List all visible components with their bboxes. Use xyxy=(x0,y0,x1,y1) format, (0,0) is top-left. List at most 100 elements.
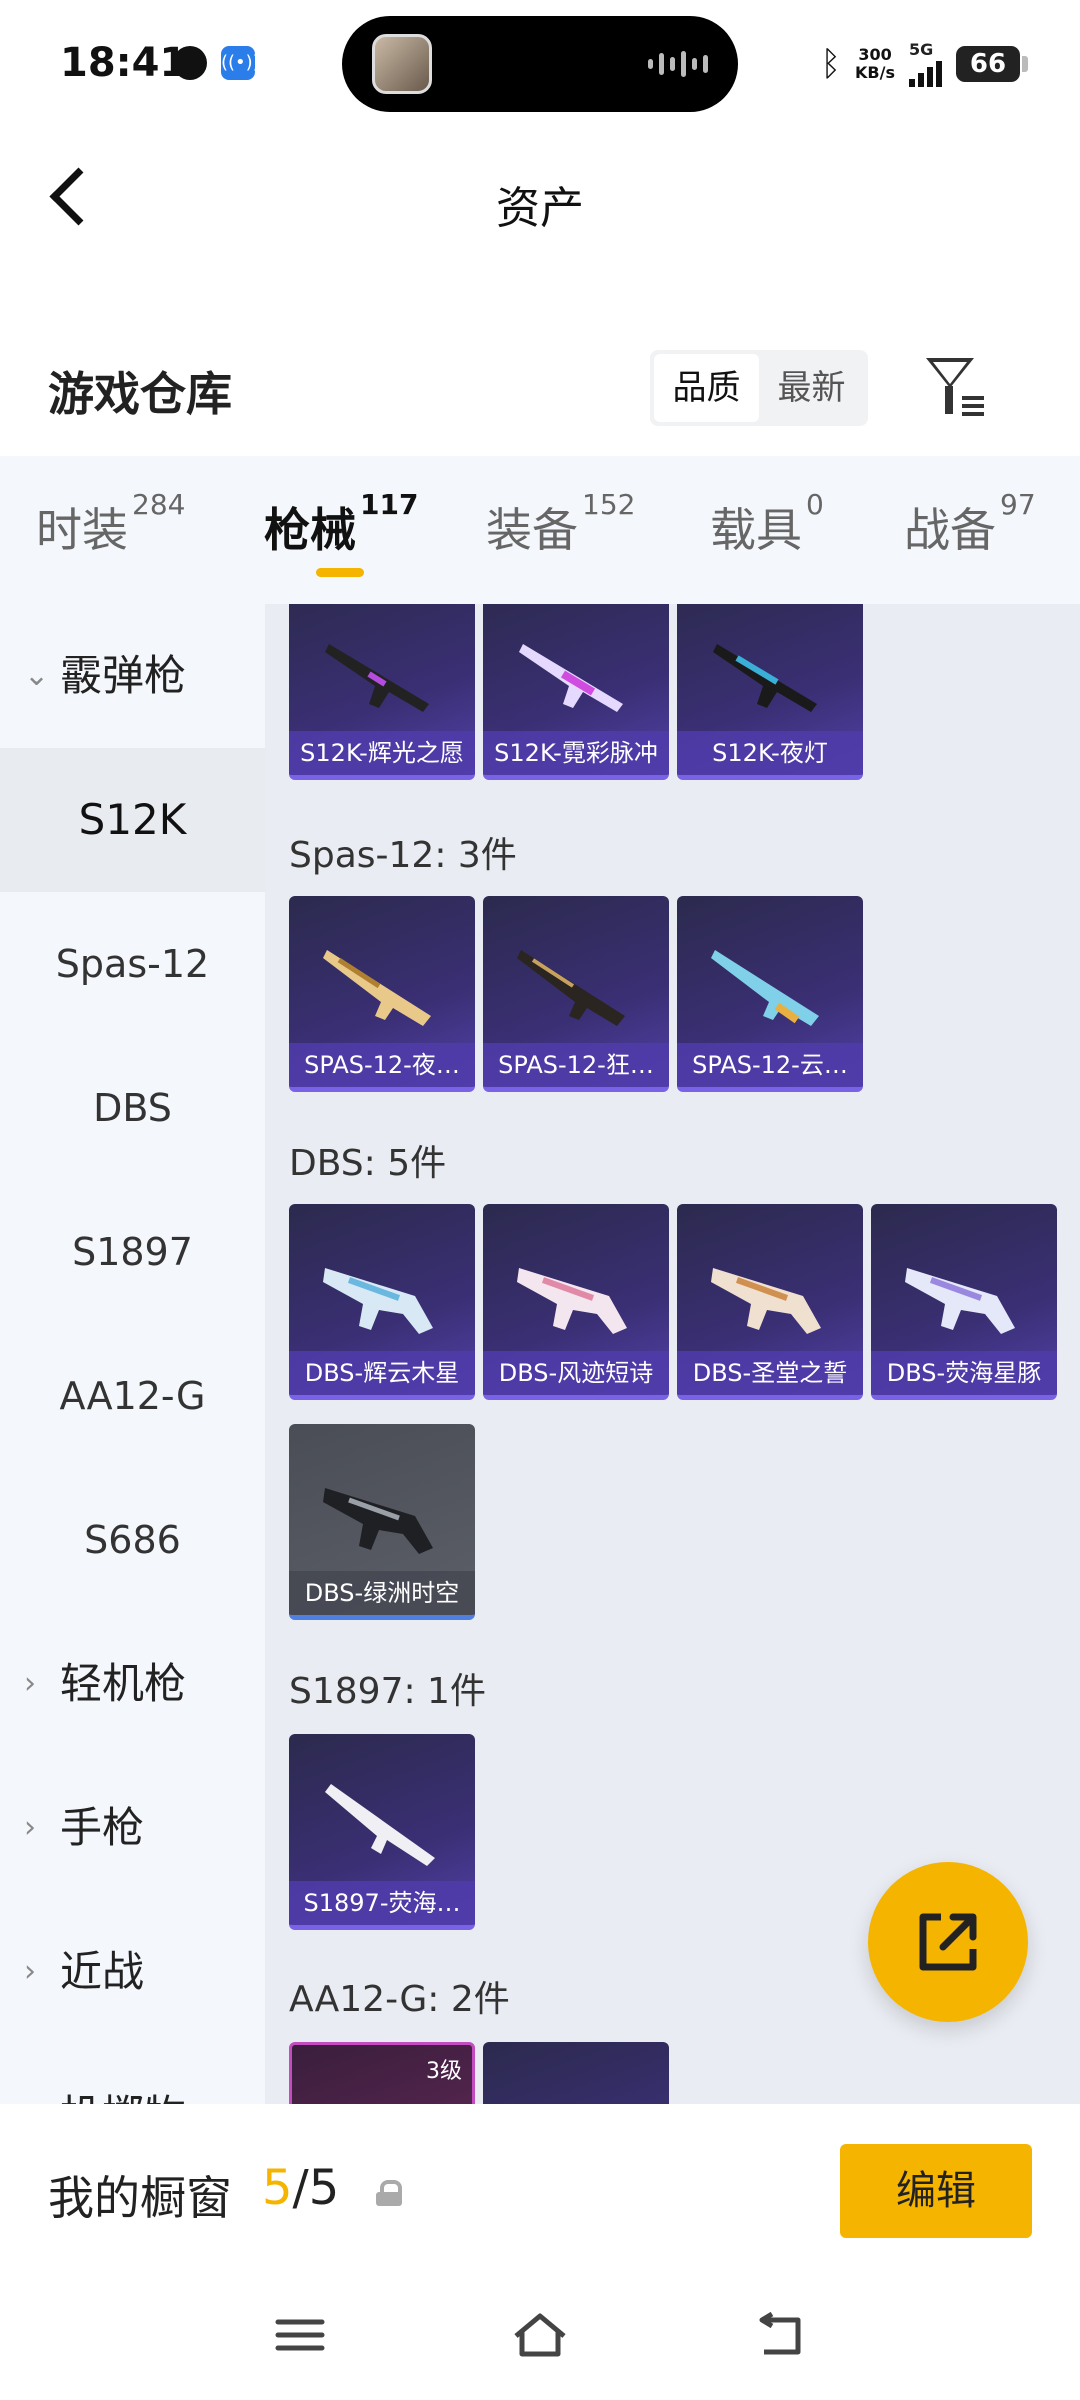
sidebar-label: 投掷物 xyxy=(60,2091,186,2104)
network-speed: 300 KB/s xyxy=(855,44,895,82)
sidebar-group-shotgun[interactable]: ⌄ 霰弹枪 xyxy=(0,604,265,748)
sidebar-label: 霰弹枪 xyxy=(60,651,187,700)
shotgun-icon xyxy=(711,950,819,1026)
tab-label: 战备 xyxy=(904,503,996,557)
status-icons: ᛒ 300 KB/s 5G 66 xyxy=(821,40,1028,87)
section-title-dbs: DBS: 5件 xyxy=(289,1143,447,1184)
weapon-card[interactable]: DBS-圣堂之誓 xyxy=(677,1204,863,1400)
sidebar-item-s12k[interactable]: S12K xyxy=(0,748,265,892)
section-title-aa12g: AA12-G: 2件 xyxy=(289,1979,510,2020)
sidebar-item-spas12[interactable]: Spas-12 xyxy=(0,892,265,1036)
dynamic-island[interactable] xyxy=(342,16,738,112)
weapon-name: SPAS-12-夜… xyxy=(289,1043,475,1087)
shotgun-icon xyxy=(713,644,817,712)
tab-count: 152 xyxy=(582,488,636,521)
sidebar-item-dbs[interactable]: DBS xyxy=(0,1036,265,1180)
filter-icon[interactable] xyxy=(922,352,988,422)
weapon-card[interactable]: SPAS-12-云… xyxy=(677,896,863,1092)
shotgun-icon xyxy=(905,1268,1015,1334)
warehouse-header: 游戏仓库 品质 最新 xyxy=(0,330,1080,450)
shotgun-icon xyxy=(323,950,431,1026)
speed-unit: KB/s xyxy=(855,62,895,82)
chevron-right-icon: › xyxy=(24,1666,36,1701)
sort-toggle: 品质 最新 xyxy=(650,350,868,426)
tab-indicator xyxy=(316,568,364,577)
share-icon xyxy=(919,1913,977,1971)
shotgun-icon xyxy=(322,2085,448,2104)
tab-label: 时装 xyxy=(36,503,128,557)
showcase-count: 5/5 xyxy=(262,2160,339,2216)
category-tabs: 时装 284 枪械 117 装备 152 载具 0 战备 97 xyxy=(0,456,1080,604)
showcase-label: 我的橱窗 xyxy=(48,2171,232,2225)
weapon-card[interactable]: S12K-辉光之愿 xyxy=(289,604,475,780)
sidebar-item-s1897[interactable]: S1897 xyxy=(0,1180,265,1324)
tab-supplies[interactable]: 战备 97 xyxy=(904,488,1036,560)
weapon-card[interactable]: S12K-夜灯 xyxy=(677,604,863,780)
weapon-card[interactable]: DBS-绿洲时空 xyxy=(289,1424,475,1620)
weapon-card[interactable]: S1897-荧海… xyxy=(289,1734,475,1930)
weapon-card[interactable]: DBS-辉云木星 xyxy=(289,1204,475,1400)
weapon-card[interactable]: DBS-风迹短诗 xyxy=(483,1204,669,1400)
chevron-right-icon: › xyxy=(24,1954,36,1989)
weapon-card[interactable]: SPAS-12-狂… xyxy=(483,896,669,1092)
weapon-name: SPAS-12-云… xyxy=(677,1043,863,1087)
share-button[interactable] xyxy=(868,1862,1028,2022)
weapon-name: S12K-霓彩脉冲 xyxy=(483,731,669,775)
tab-vehicles[interactable]: 载具 0 xyxy=(710,488,824,560)
page-title: 资产 xyxy=(496,183,584,234)
status-bar: 18:41 ((•)) ᛒ 300 KB/s 5G 66 xyxy=(0,0,1080,130)
shotgun-icon xyxy=(325,1784,435,1866)
sidebar-group-throwable[interactable]: › 投掷物 xyxy=(0,2044,265,2104)
sidebar-group-melee[interactable]: › 近战 xyxy=(0,1900,265,2044)
section-title-s1897: S1897: 1件 xyxy=(289,1671,486,1712)
weapon-card[interactable]: SPAS-12-夜… xyxy=(289,896,475,1092)
sidebar-label: 手枪 xyxy=(60,1803,145,1852)
weapon-card[interactable] xyxy=(483,2042,669,2104)
weapon-card[interactable]: DBS-荧海星豚 xyxy=(871,1204,1057,1400)
showcase-count-current: 5 xyxy=(262,2160,293,2216)
weapon-card[interactable]: 3级 xyxy=(289,2042,475,2104)
menu-icon[interactable] xyxy=(270,2310,330,2360)
sidebar-label: 近战 xyxy=(60,1947,145,1996)
chevron-right-icon: › xyxy=(24,1810,36,1845)
shotgun-icon xyxy=(325,644,429,712)
shotgun-icon xyxy=(711,1268,821,1334)
tab-count: 117 xyxy=(360,488,419,521)
showcase-count-total: /5 xyxy=(292,2160,340,2216)
audio-wave-icon xyxy=(648,50,708,78)
back-nav-icon[interactable] xyxy=(750,2310,810,2360)
shotgun-icon xyxy=(517,1268,627,1334)
sidebar-group-lmg[interactable]: › 轻机枪 xyxy=(0,1612,265,1756)
media-thumbnail xyxy=(372,34,432,94)
sidebar-item-s686[interactable]: S686 xyxy=(0,1468,265,1612)
lock-icon xyxy=(376,2180,402,2206)
tab-firearms[interactable]: 枪械 117 xyxy=(264,488,418,560)
weapon-name: DBS-绿洲时空 xyxy=(289,1571,475,1615)
broadcast-icon: ((•)) xyxy=(221,46,260,80)
tab-count: 0 xyxy=(806,488,824,521)
weapon-name: DBS-风迹短诗 xyxy=(483,1351,669,1395)
sidebar-label: 轻机枪 xyxy=(60,1659,187,1708)
shotgun-icon xyxy=(517,950,625,1026)
weapon-card[interactable]: S12K-霓彩脉冲 xyxy=(483,604,669,780)
system-nav-bar xyxy=(0,2274,1080,2400)
sidebar-group-pistol[interactable]: › 手枪 xyxy=(0,1756,265,1900)
weapon-name: S12K-夜灯 xyxy=(677,731,863,775)
shotgun-icon xyxy=(519,644,623,712)
clock: 18:41 xyxy=(60,40,188,86)
weapon-name: DBS-荧海星豚 xyxy=(871,1351,1057,1395)
edit-button[interactable]: 编辑 xyxy=(840,2144,1032,2238)
shotgun-icon xyxy=(323,1268,433,1334)
sort-newest-option[interactable]: 最新 xyxy=(759,354,864,422)
tab-costume[interactable]: 时装 284 xyxy=(36,488,185,560)
weapon-level: 3级 xyxy=(426,2059,462,2084)
sort-quality-option[interactable]: 品质 xyxy=(654,354,759,422)
tab-equipment[interactable]: 装备 152 xyxy=(486,488,635,560)
tab-label: 装备 xyxy=(486,503,578,557)
speed-value: 300 xyxy=(858,44,892,64)
weapon-name: DBS-圣堂之誓 xyxy=(677,1351,863,1395)
sidebar-item-aa12g[interactable]: AA12-G xyxy=(0,1324,265,1468)
tab-label: 枪械 xyxy=(264,503,356,557)
home-icon[interactable] xyxy=(510,2310,570,2360)
signal-icon xyxy=(909,59,942,87)
